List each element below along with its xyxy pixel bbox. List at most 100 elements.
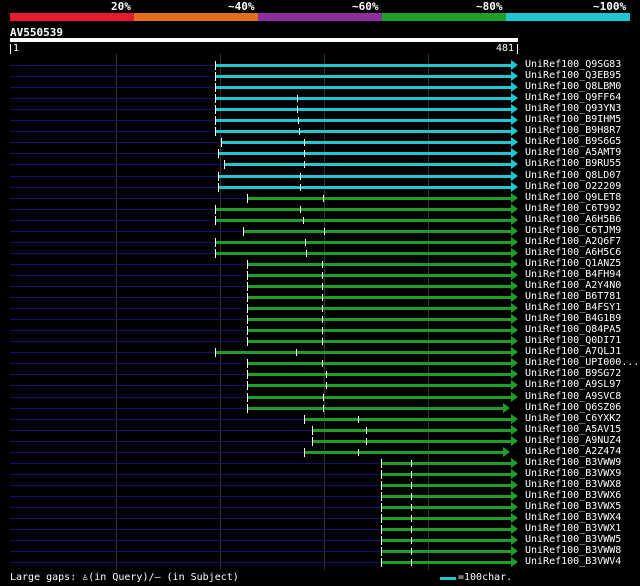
hit-label[interactable]: UniRef100_Q9FF64 xyxy=(525,92,621,103)
hit-start-cap xyxy=(214,249,216,258)
hit-label[interactable]: UniRef100_A6H5C6 xyxy=(525,247,621,258)
hit-bar[interactable] xyxy=(246,285,511,288)
hit-start-cap xyxy=(246,337,248,346)
hit-bar[interactable] xyxy=(246,373,511,376)
hit-bar[interactable] xyxy=(246,329,511,332)
hit-bar[interactable] xyxy=(380,473,511,476)
hit-label[interactable]: UniRef100_UPI000... xyxy=(525,357,639,368)
hit-bar[interactable] xyxy=(312,429,511,432)
hit-label[interactable]: UniRef100_Q6SZ06 xyxy=(525,402,621,413)
hit-row-line xyxy=(10,385,247,386)
hit-bar[interactable] xyxy=(246,407,503,410)
hit-row-line xyxy=(10,419,304,420)
hit-bar[interactable] xyxy=(214,86,511,89)
gap-marker xyxy=(411,504,413,511)
hit-label[interactable]: UniRef100_A9SVC8 xyxy=(525,391,621,402)
hit-label[interactable]: UniRef100_B4G1B9 xyxy=(525,313,621,324)
hit-label[interactable]: UniRef100_B4FH94 xyxy=(525,269,621,280)
hit-label[interactable]: UniRef100_A6H5B6 xyxy=(525,214,621,225)
hit-label[interactable]: UniRef100_B3VWW9 xyxy=(525,457,621,468)
hit-label[interactable]: UniRef100_A5AV15 xyxy=(525,424,621,435)
hit-bar[interactable] xyxy=(214,64,511,67)
hit-label[interactable]: UniRef100_Q3EB95 xyxy=(525,70,621,81)
hit-bar[interactable] xyxy=(246,197,511,200)
hit-bar[interactable] xyxy=(214,97,511,100)
hit-bar[interactable] xyxy=(246,362,511,365)
hit-bar[interactable] xyxy=(246,274,511,277)
hit-bar[interactable] xyxy=(218,186,511,189)
hit-label[interactable]: UniRef100_B6T781 xyxy=(525,291,621,302)
hit-arrow xyxy=(511,436,518,446)
hit-bar[interactable] xyxy=(303,451,503,454)
hit-label[interactable]: UniRef100_B3VWW8 xyxy=(525,545,621,556)
hit-label[interactable]: UniRef100_B3VWX8 xyxy=(525,479,621,490)
hit-bar[interactable] xyxy=(380,484,511,487)
hit-bar[interactable] xyxy=(221,141,511,144)
hit-label[interactable]: UniRef100_Q1ANZ5 xyxy=(525,258,621,269)
hit-bar[interactable] xyxy=(380,561,511,564)
hit-label[interactable]: UniRef100_A9SL97 xyxy=(525,379,621,390)
hit-bar[interactable] xyxy=(246,296,511,299)
hit-bar[interactable] xyxy=(380,462,511,465)
hit-bar[interactable] xyxy=(380,517,511,520)
hit-label[interactable]: UniRef100_C6T992 xyxy=(525,203,621,214)
hit-label[interactable]: UniRef100_B3VWX4 xyxy=(525,512,621,523)
hit-label[interactable]: UniRef100_A5AMT9 xyxy=(525,147,621,158)
hit-label[interactable]: UniRef100_O22209 xyxy=(525,181,621,192)
hit-bar[interactable] xyxy=(218,175,511,178)
hit-bar[interactable] xyxy=(214,208,511,211)
hit-label[interactable]: UniRef100_B9SG72 xyxy=(525,368,621,379)
hit-label[interactable]: UniRef100_Q8LD07 xyxy=(525,170,621,181)
hit-label[interactable]: UniRef100_A2Y4N0 xyxy=(525,280,621,291)
hit-bar[interactable] xyxy=(246,263,511,266)
hit-label[interactable]: UniRef100_Q84PA5 xyxy=(525,324,621,335)
hit-label[interactable]: UniRef100_Q9LET8 xyxy=(525,192,621,203)
hit-label[interactable]: UniRef100_B3VWX6 xyxy=(525,490,621,501)
hit-bar[interactable] xyxy=(218,152,511,155)
hit-label[interactable]: UniRef100_B4FSY1 xyxy=(525,302,621,313)
hit-label[interactable]: UniRef100_B3VWX1 xyxy=(525,523,621,534)
hit-label[interactable]: UniRef100_B3VWW5 xyxy=(525,534,621,545)
hit-bar[interactable] xyxy=(214,130,511,133)
hit-label[interactable]: UniRef100_C6YXK2 xyxy=(525,413,621,424)
hit-bar[interactable] xyxy=(214,241,511,244)
hit-bar[interactable] xyxy=(380,539,511,542)
hit-bar[interactable] xyxy=(303,418,511,421)
hit-bar[interactable] xyxy=(214,219,511,222)
hit-label[interactable]: UniRef100_A2Z474 xyxy=(525,446,621,457)
hit-label[interactable]: UniRef100_Q8LBM0 xyxy=(525,81,621,92)
hit-label[interactable]: UniRef100_B9IHM5 xyxy=(525,114,621,125)
hit-bar[interactable] xyxy=(312,440,511,443)
hit-label[interactable]: UniRef100_B3VWX9 xyxy=(525,468,621,479)
hit-label[interactable]: UniRef100_A7QLJ1 xyxy=(525,346,621,357)
hit-label[interactable]: UniRef100_B9S6G5 xyxy=(525,136,621,147)
hit-label[interactable]: UniRef100_B3VWX5 xyxy=(525,501,621,512)
hit-label[interactable]: UniRef100_C6TJM9 xyxy=(525,225,621,236)
hit-bar[interactable] xyxy=(214,108,511,111)
hit-bar[interactable] xyxy=(380,550,511,553)
hit-bar[interactable] xyxy=(380,506,511,509)
hit-bar[interactable] xyxy=(214,351,511,354)
hit-bar[interactable] xyxy=(246,318,511,321)
hit-label[interactable]: UniRef100_B3VWV4 xyxy=(525,556,621,567)
hit-bar[interactable] xyxy=(380,528,511,531)
hit-label[interactable]: UniRef100_Q93YN3 xyxy=(525,103,621,114)
hit-bar[interactable] xyxy=(246,396,511,399)
hit-label[interactable]: UniRef100_B9RU55 xyxy=(525,158,621,169)
hit-bar[interactable] xyxy=(224,163,511,166)
hit-label[interactable]: UniRef100_A9NUZ4 xyxy=(525,435,621,446)
hit-bar[interactable] xyxy=(214,75,511,78)
hit-bar[interactable] xyxy=(246,384,511,387)
hit-bar[interactable] xyxy=(246,307,511,310)
hit-row-line xyxy=(10,242,215,243)
hit-bar[interactable] xyxy=(246,340,511,343)
hit-label[interactable]: UniRef100_B9H8R7 xyxy=(525,125,621,136)
hit-label[interactable]: UniRef100_A2Q6F7 xyxy=(525,236,621,247)
hit-label[interactable]: UniRef100_Q9SG83 xyxy=(525,59,621,70)
hit-bar[interactable] xyxy=(243,230,511,233)
gap-marker xyxy=(325,382,327,389)
hit-bar[interactable] xyxy=(380,495,511,498)
hit-bar[interactable] xyxy=(214,119,511,122)
hit-label[interactable]: UniRef100_Q0DI71 xyxy=(525,335,621,346)
hit-bar[interactable] xyxy=(214,252,511,255)
